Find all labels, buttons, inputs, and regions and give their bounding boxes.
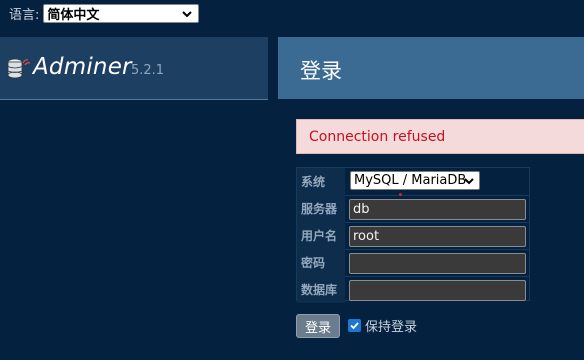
app-name-link[interactable]: Adminer [33,54,132,80]
username-label: 用户名 [297,222,345,249]
language-bar: 语言: 简体中文 [9,3,200,23]
database-logo-icon [7,58,31,79]
language-selected-value: 简体中文 [47,7,100,23]
login-form-table: 系统 MySQL / MariaDB 服务器 db 用户名 root 密码 数据… [296,167,530,303]
language-label: 语言: [9,7,40,23]
content-header: 登录 [278,37,584,99]
database-label: 数据库 [297,276,345,303]
sidebar-header: Adminer 5.2.1 [0,37,268,100]
language-select[interactable]: 简体中文 [43,3,200,23]
server-row: 服务器 db [297,193,529,223]
server-input[interactable]: db [349,199,526,220]
database-row: 数据库 [297,276,529,303]
remember-label: 保持登录 [365,320,418,335]
chevron-down-icon [464,178,474,185]
system-row: 系统 MySQL / MariaDB [297,168,529,196]
login-button[interactable]: 登录 [296,314,340,338]
error-message: Connection refused [296,119,584,154]
password-label: 密码 [297,249,345,276]
app-version[interactable]: 5.2.1 [131,63,164,78]
chevron-down-icon [182,10,193,17]
system-selected-value: MySQL / MariaDB [354,173,467,188]
server-label: 服务器 [297,195,345,222]
system-select[interactable]: MySQL / MariaDB [350,171,480,190]
remember-checkbox[interactable] [348,319,361,332]
password-row: 密码 [297,249,529,277]
checkmark-icon [350,322,359,330]
database-input[interactable] [349,280,526,301]
page-title: 登录 [300,59,342,83]
username-row: 用户名 root [297,222,529,250]
cursor-dot [399,193,402,196]
system-label: 系统 [297,168,345,195]
password-input[interactable] [349,253,526,274]
remember-login[interactable]: 保持登录 [348,316,417,335]
username-input[interactable]: root [349,226,526,247]
